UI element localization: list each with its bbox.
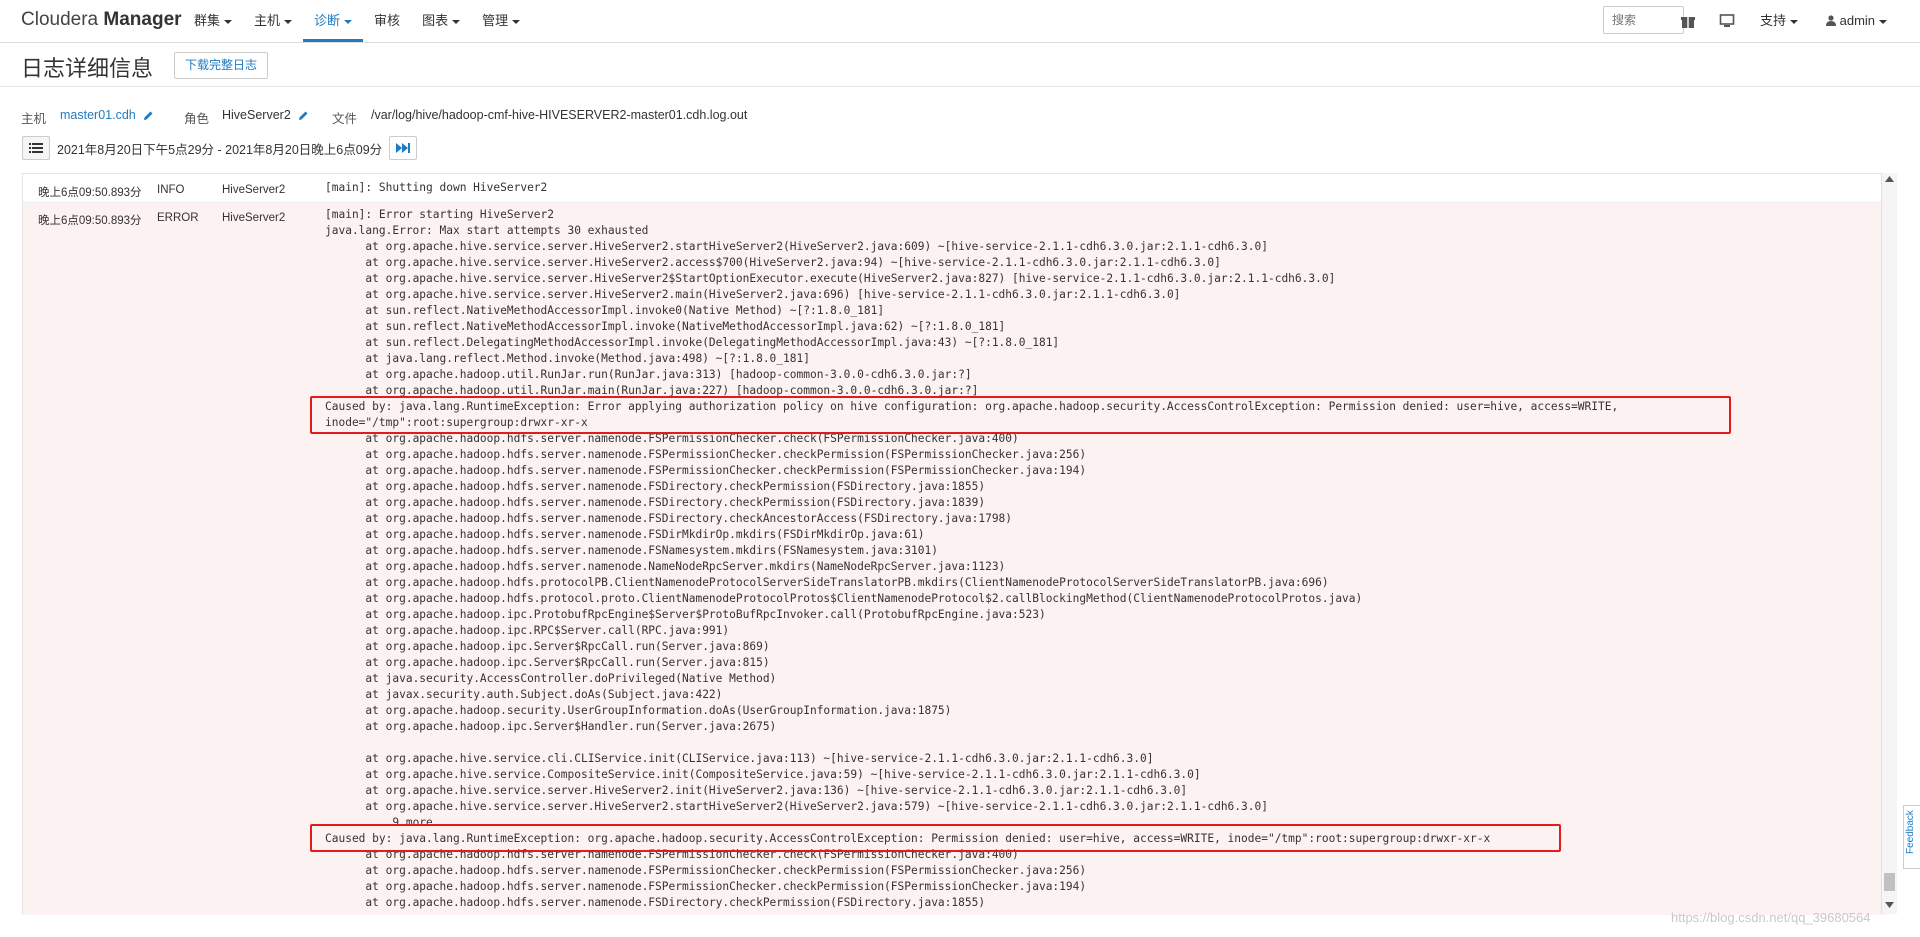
log-time: 晚上6点09:50.893分 [38, 212, 142, 228]
highlight-box-caused-by-2 [310, 824, 1561, 852]
log-level: INFO [157, 184, 184, 196]
user-icon [1826, 15, 1836, 26]
log-source: HiveServer2 [222, 184, 285, 196]
file-info: 文件 [332, 108, 357, 127]
nav-admin[interactable]: 管理 [471, 0, 531, 42]
user-menu[interactable]: admin [1826, 0, 1887, 42]
download-full-log-button[interactable]: 下载完整日志 [174, 52, 268, 79]
role-label: 角色 [184, 112, 209, 126]
log-table: 晚上6点09:50.893分 INFO HiveServer2 [main]: … [22, 173, 1887, 915]
log-row-error[interactable]: 晚上6点09:50.893分 ERROR HiveServer2 [main]:… [23, 203, 1887, 915]
role-link-group: HiveServer2 [222, 108, 309, 122]
nav-diagnostics-label: 诊断 [314, 13, 340, 28]
file-path: /var/log/hive/hadoop-cmf-hive-HIVESERVER… [371, 108, 747, 122]
brand-prefix: Cloudera [21, 9, 98, 30]
gift-icon[interactable] [1679, 12, 1697, 30]
top-navbar: Cloudera Manager 群集 主机 诊断 审核 图表 管理 支持 ad… [0, 0, 1920, 43]
host-label: 主机 [21, 112, 46, 126]
caret-down-icon [284, 20, 292, 24]
nav-audits[interactable]: 审核 [363, 0, 411, 42]
nav-charts-label: 图表 [422, 13, 448, 28]
nav-clusters[interactable]: 群集 [183, 0, 243, 42]
fast-forward-icon [396, 142, 410, 154]
edit-role-icon[interactable] [297, 110, 309, 122]
brand-suffix: Manager [103, 9, 181, 30]
time-range-text[interactable]: 2021年8月20日下午5点29分 - 2021年8月20日晚上6点09分 [57, 139, 382, 158]
highlight-box-caused-by-1 [310, 396, 1731, 434]
caret-down-icon [512, 20, 520, 24]
host-info: 主机 [21, 108, 46, 127]
caret-down-icon [1790, 20, 1798, 24]
user-label: admin [1840, 13, 1875, 28]
feedback-tab[interactable]: Feedback [1903, 805, 1920, 869]
main-menu: 群集 主机 诊断 审核 图表 管理 [183, 0, 531, 42]
toggle-list-button[interactable] [22, 136, 50, 160]
log-message: [main]: Error starting HiveServer2 java.… [325, 207, 1618, 911]
feedback-label: Feedback [1905, 810, 1916, 854]
file-label: 文件 [332, 112, 357, 126]
scroll-up-icon[interactable] [1885, 176, 1894, 182]
log-level: ERROR [157, 212, 199, 224]
nav-clusters-label: 群集 [194, 13, 220, 28]
page-title: 日志详细信息 [21, 51, 153, 83]
caret-down-icon [452, 20, 460, 24]
edit-host-icon[interactable] [142, 110, 154, 122]
nav-diagnostics[interactable]: 诊断 [303, 0, 363, 42]
log-source: HiveServer2 [222, 212, 285, 224]
jump-to-end-button[interactable] [389, 136, 417, 160]
host-link-group: master01.cdh [60, 108, 154, 122]
support-label: 支持 [1760, 13, 1786, 28]
log-time: 晚上6点09:50.893分 [38, 184, 142, 200]
nav-audits-label: 审核 [374, 13, 400, 28]
caret-down-icon [344, 20, 352, 24]
search-input[interactable] [1603, 6, 1684, 34]
brand-logo[interactable]: Cloudera Manager [21, 9, 182, 31]
role-info: 角色 [184, 108, 209, 127]
role-link[interactable]: HiveServer2 [222, 108, 291, 122]
divider [0, 86, 1920, 87]
nav-hosts-label: 主机 [254, 13, 280, 28]
nav-admin-label: 管理 [482, 13, 508, 28]
scroll-down-icon[interactable] [1885, 902, 1894, 908]
watermark-text: https://blog.csdn.net/qq_39680564 [1671, 910, 1871, 925]
log-scrollbar[interactable] [1881, 173, 1897, 914]
support-menu[interactable]: 支持 [1760, 0, 1798, 42]
running-commands-icon[interactable] [1718, 12, 1736, 30]
caret-down-icon [224, 20, 232, 24]
log-message: [main]: Shutting down HiveServer2 [325, 180, 547, 196]
caret-down-icon [1879, 20, 1887, 24]
scrollbar-thumb[interactable] [1884, 873, 1895, 891]
list-icon [29, 142, 43, 154]
host-link[interactable]: master01.cdh [60, 108, 136, 122]
nav-hosts[interactable]: 主机 [243, 0, 303, 42]
log-row[interactable]: 晚上6点09:50.893分 INFO HiveServer2 [main]: … [23, 174, 1887, 203]
nav-charts[interactable]: 图表 [411, 0, 471, 42]
